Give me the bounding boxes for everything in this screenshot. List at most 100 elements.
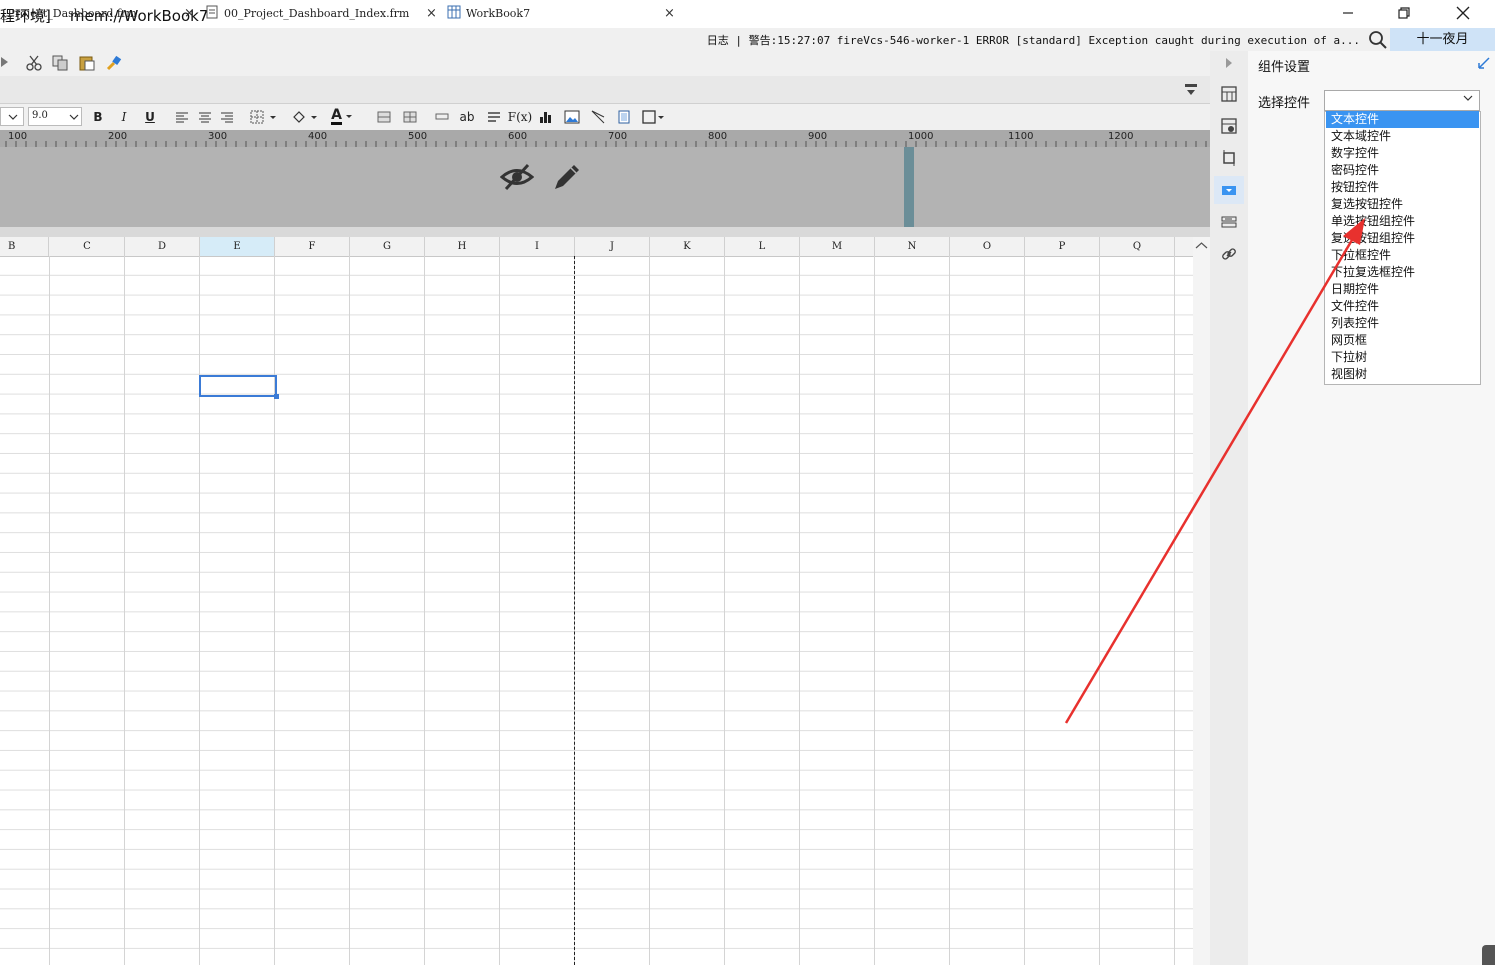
cell-attribute-icon[interactable] xyxy=(1214,80,1244,108)
merge-cells-icon[interactable] xyxy=(375,104,393,130)
ruler-label: 100 xyxy=(8,131,28,142)
active-cell-e7[interactable] xyxy=(199,375,279,399)
dropdown-option[interactable]: 密码控件 xyxy=(1331,162,1379,179)
dropdown-option[interactable]: 视图树 xyxy=(1331,366,1367,383)
hyperlink-icon[interactable] xyxy=(1214,240,1244,268)
insert-row-icon[interactable] xyxy=(433,104,451,130)
tab-close-icon[interactable]: × xyxy=(184,6,195,21)
ruler-label: 500 xyxy=(408,131,428,142)
workbook-icon xyxy=(447,5,461,22)
column-header-q[interactable]: Q xyxy=(1100,237,1175,256)
formula-icon[interactable]: F(x) xyxy=(508,104,532,130)
ruler-label: 300 xyxy=(208,131,228,142)
unmerge-cells-icon[interactable] xyxy=(401,104,419,130)
image-icon[interactable] xyxy=(562,104,582,130)
dropdown-option[interactable]: 下拉框控件 xyxy=(1331,247,1391,264)
border-icon[interactable] xyxy=(249,104,279,130)
tab-list-icon[interactable] xyxy=(1184,83,1198,100)
fill-handle[interactable] xyxy=(274,394,279,399)
column-header-k[interactable]: K xyxy=(650,237,725,256)
floating-element-icon[interactable] xyxy=(1214,144,1244,172)
parameter-pane-resize-handle[interactable] xyxy=(904,147,914,227)
close-icon[interactable] xyxy=(1440,0,1486,26)
widget-settings-icon[interactable] xyxy=(1214,176,1244,204)
font-family-select[interactable] xyxy=(0,107,24,126)
dropdown-option[interactable]: 文件控件 xyxy=(1331,298,1379,315)
edit-pencil-icon[interactable] xyxy=(550,160,584,197)
tab-close-icon[interactable]: × xyxy=(426,6,437,21)
bold-button[interactable]: B xyxy=(90,104,106,130)
align-right-icon[interactable] xyxy=(218,104,236,130)
tab-project-dashboard-index[interactable]: 00_Project_Dashboard_Index.frm × xyxy=(200,0,440,27)
text-wrap-icon[interactable]: ab xyxy=(458,104,476,130)
dropdown-option[interactable]: 复选按钮组控件 xyxy=(1331,230,1415,247)
log-message[interactable]: 日志 | 警告:15:27:07 fireVcs-546-worker-1 ER… xyxy=(707,32,1360,48)
pane-divider xyxy=(0,227,1210,237)
minimize-icon[interactable] xyxy=(1325,0,1371,26)
tab-label: _Project_Dashboard.frm xyxy=(2,7,137,20)
ruler-label: 800 xyxy=(708,131,728,142)
scroll-up-icon xyxy=(1195,242,1208,249)
edit-toolbar xyxy=(0,51,1210,76)
column-header-b[interactable]: B xyxy=(0,237,49,256)
format-painter-icon[interactable] xyxy=(106,55,122,74)
text-color-icon[interactable]: A xyxy=(328,104,358,130)
column-header-p[interactable]: P xyxy=(1025,237,1100,256)
underline-button[interactable]: U xyxy=(142,104,158,130)
dropdown-option[interactable]: 数字控件 xyxy=(1331,145,1379,162)
column-header-d[interactable]: D xyxy=(125,237,200,256)
tab-workbook7[interactable]: WorkBook7 × xyxy=(440,0,680,27)
column-header-g[interactable]: G xyxy=(350,237,425,256)
widget-type-select[interactable] xyxy=(1324,90,1480,111)
tab-close-icon[interactable]: × xyxy=(664,6,675,21)
forward-arrow-icon[interactable] xyxy=(0,55,10,72)
fill-color-icon[interactable] xyxy=(290,104,320,130)
sub-report-icon[interactable] xyxy=(615,104,633,130)
dropdown-option[interactable]: 列表控件 xyxy=(1331,315,1379,332)
dropdown-option-text-widget[interactable]: 文本控件 xyxy=(1326,111,1479,128)
column-header-i[interactable]: I xyxy=(500,237,575,256)
column-header-e[interactable]: E xyxy=(200,237,275,256)
copy-icon[interactable] xyxy=(52,55,68,74)
vertical-scrollbar[interactable] xyxy=(1193,237,1210,965)
collapse-arrow-icon[interactable] xyxy=(1224,56,1234,73)
paste-icon[interactable] xyxy=(79,55,95,74)
column-header-l[interactable]: L xyxy=(725,237,800,256)
tab-project-dashboard[interactable]: _Project_Dashboard.frm × xyxy=(0,0,200,27)
dropdown-option[interactable]: 文本域控件 xyxy=(1331,128,1391,145)
align-left-icon[interactable] xyxy=(173,104,191,130)
column-header-o[interactable]: O xyxy=(950,237,1025,256)
column-header-j[interactable]: J xyxy=(575,237,650,256)
report-file-icon xyxy=(205,5,219,22)
column-header-h[interactable]: H xyxy=(425,237,500,256)
dropdown-option[interactable]: 网页框 xyxy=(1331,332,1367,349)
condition-attribute-icon[interactable] xyxy=(1214,208,1244,236)
restore-icon[interactable] xyxy=(1381,0,1427,26)
chart-icon[interactable] xyxy=(537,104,555,130)
hide-eye-icon[interactable] xyxy=(499,160,535,197)
font-size-select[interactable]: 9.0 xyxy=(28,107,82,126)
column-header-n[interactable]: N xyxy=(875,237,950,256)
dropdown-option[interactable]: 下拉树 xyxy=(1331,349,1367,366)
dropdown-option[interactable]: 复选按钮控件 xyxy=(1331,196,1403,213)
chevron-down-icon[interactable] xyxy=(1462,92,1474,107)
cell-element-icon[interactable] xyxy=(1214,112,1244,140)
dropdown-option[interactable]: 日期控件 xyxy=(1331,281,1379,298)
cell-border-dropdown-icon[interactable] xyxy=(641,104,667,130)
ruler-label: 700 xyxy=(608,131,628,142)
column-header-m[interactable]: M xyxy=(800,237,875,256)
column-header-c[interactable]: C xyxy=(50,237,125,256)
user-button[interactable]: 十一夜月 xyxy=(1390,28,1495,51)
corner-widget[interactable] xyxy=(1482,945,1495,965)
slash-cell-icon[interactable] xyxy=(589,104,607,130)
italic-button[interactable]: I xyxy=(116,104,132,130)
align-center-icon[interactable] xyxy=(196,104,214,130)
panel-pin-icon[interactable] xyxy=(1477,56,1491,73)
dropdown-option[interactable]: 按钮控件 xyxy=(1331,179,1379,196)
dropdown-option[interactable]: 下拉复选框控件 xyxy=(1331,264,1415,281)
dropdown-option[interactable]: 单选按钮组控件 xyxy=(1331,213,1415,230)
search-icon[interactable] xyxy=(1368,30,1388,50)
paragraph-icon[interactable] xyxy=(485,104,503,130)
cut-icon[interactable] xyxy=(26,55,42,74)
column-header-f[interactable]: F xyxy=(275,237,350,256)
